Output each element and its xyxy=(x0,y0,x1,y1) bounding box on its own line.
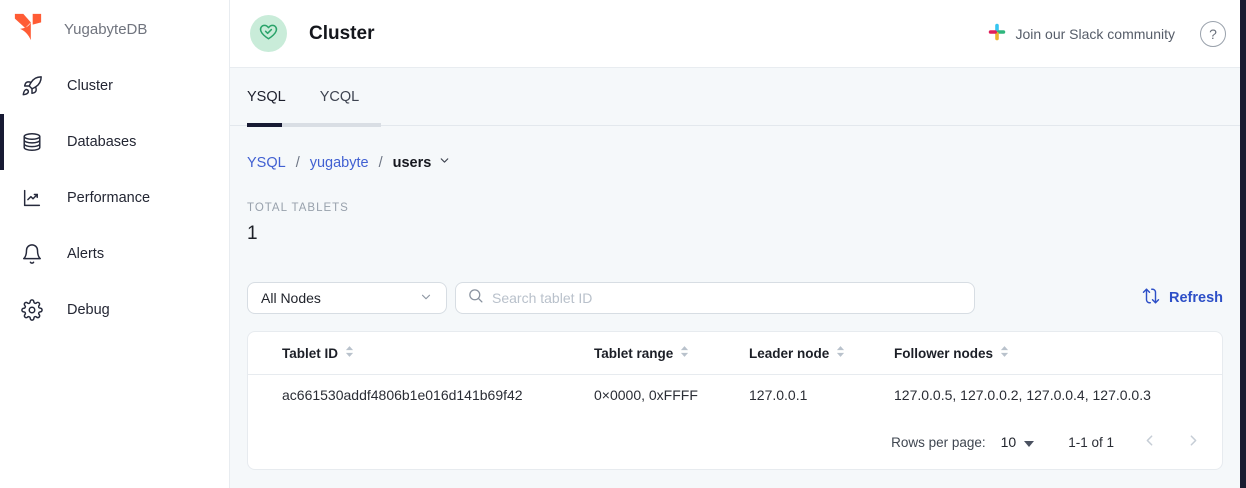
question-mark-icon: ? xyxy=(1209,26,1217,42)
rows-per-page-select[interactable]: 10 xyxy=(1001,434,1035,450)
sidebar-item-label: Debug xyxy=(67,302,110,318)
heart-check-icon xyxy=(258,21,279,47)
breadcrumb-current-label: users xyxy=(393,155,432,171)
breadcrumb-ysql[interactable]: YSQL xyxy=(247,155,286,171)
sort-icon xyxy=(836,345,845,361)
column-header-follower-nodes[interactable]: Follower nodes xyxy=(894,345,1222,361)
cell-leader-node: 127.0.0.1 xyxy=(749,387,894,403)
column-label: Tablet range xyxy=(594,346,673,361)
tablets-table-card: Tablet ID Tablet range Lea xyxy=(247,331,1223,470)
sort-icon xyxy=(1000,345,1009,361)
yugabytedb-logo-icon xyxy=(13,12,43,47)
sort-icon xyxy=(345,345,354,361)
sidebar-item-label: Alerts xyxy=(67,246,104,262)
refresh-icon xyxy=(1142,287,1160,309)
total-tablets-value: 1 xyxy=(247,223,1223,245)
topbar-right: Join our Slack community ? xyxy=(988,21,1226,47)
help-button[interactable]: ? xyxy=(1200,21,1226,47)
right-scrollbar[interactable] xyxy=(1240,0,1246,488)
cell-tablet-range: 0×0000, 0xFFFF xyxy=(594,387,749,403)
next-page-button[interactable] xyxy=(1185,432,1202,452)
sidebar-nav: Cluster Databases xyxy=(0,58,229,338)
search-icon xyxy=(467,287,484,309)
sidebar-item-label: Performance xyxy=(67,190,150,206)
table-header-row: Tablet ID Tablet range Lea xyxy=(248,332,1222,375)
breadcrumb-database[interactable]: yugabyte xyxy=(310,155,369,171)
tab-label: YCQL xyxy=(320,89,360,105)
content: YSQL YCQL YSQL / yugabyte / users xyxy=(230,68,1246,488)
total-tablets-summary: TOTAL TABLETS 1 xyxy=(247,202,1223,245)
page-body: YSQL / yugabyte / users TOTAL TABLETS 1 xyxy=(230,154,1246,470)
gear-icon xyxy=(20,298,44,322)
bell-icon xyxy=(20,242,44,266)
table-row: ac661530addf4806b1e016d141b69f42 0×0000,… xyxy=(248,375,1222,415)
sidebar: YugabyteDB Cluster xyxy=(0,0,230,488)
node-filter-select[interactable]: All Nodes xyxy=(247,282,447,314)
tab-ycql[interactable]: YCQL xyxy=(320,89,360,105)
refresh-label: Refresh xyxy=(1169,290,1223,306)
breadcrumb-separator: / xyxy=(379,155,383,171)
cluster-status-avatar xyxy=(250,15,287,52)
brand-home[interactable]: YugabyteDB xyxy=(0,0,229,58)
sidebar-item-cluster[interactable]: Cluster xyxy=(0,58,229,114)
total-tablets-label: TOTAL TABLETS xyxy=(247,202,1223,214)
refresh-button[interactable]: Refresh xyxy=(1142,287,1223,309)
sidebar-item-performance[interactable]: Performance xyxy=(0,170,229,226)
main-area: Cluster Join our Slack community ? xyxy=(230,0,1246,488)
rocket-icon xyxy=(20,74,44,98)
app-root: YugabyteDB Cluster xyxy=(0,0,1246,488)
column-header-tablet-range[interactable]: Tablet range xyxy=(594,345,749,361)
tablet-search-box xyxy=(455,282,975,314)
sidebar-item-databases[interactable]: Databases xyxy=(0,114,229,170)
sidebar-item-debug[interactable]: Debug xyxy=(0,282,229,338)
pagination: Rows per page: 10 1-1 of 1 xyxy=(248,415,1222,469)
slack-community-link[interactable]: Join our Slack community xyxy=(988,23,1175,44)
cell-tablet-id: ac661530addf4806b1e016d141b69f42 xyxy=(282,387,594,403)
page-title: Cluster xyxy=(309,23,374,45)
chevron-down-icon xyxy=(438,154,451,171)
breadcrumb-table-dropdown[interactable]: users xyxy=(393,154,452,171)
column-header-leader-node[interactable]: Leader node xyxy=(749,345,894,361)
tablet-search-input[interactable] xyxy=(492,290,963,306)
rows-per-page-label: Rows per page: xyxy=(891,435,986,450)
filter-row: All Nodes xyxy=(247,282,1223,314)
tab-active-indicator xyxy=(247,123,282,127)
column-header-tablet-id[interactable]: Tablet ID xyxy=(282,345,594,361)
column-label: Leader node xyxy=(749,346,829,361)
caret-down-icon xyxy=(1024,434,1034,450)
topbar: Cluster Join our Slack community ? xyxy=(230,0,1246,68)
chevron-right-icon xyxy=(1185,432,1202,452)
sort-icon xyxy=(680,345,689,361)
chevron-left-icon xyxy=(1141,432,1158,452)
sidebar-item-label: Cluster xyxy=(67,78,113,94)
sidebar-item-label: Databases xyxy=(67,134,136,150)
sidebar-item-alerts[interactable]: Alerts xyxy=(0,226,229,282)
database-icon xyxy=(20,130,44,154)
pagination-range: 1-1 of 1 xyxy=(1068,435,1114,450)
column-label: Tablet ID xyxy=(282,346,338,361)
tab-label: YSQL xyxy=(247,89,286,105)
cell-follower-nodes: 127.0.0.5, 127.0.0.2, 127.0.0.4, 127.0.0… xyxy=(894,387,1222,403)
node-filter-value: All Nodes xyxy=(261,290,321,306)
rows-per-page-value: 10 xyxy=(1001,434,1017,450)
column-label: Follower nodes xyxy=(894,346,993,361)
slack-icon xyxy=(988,23,1006,44)
brand-label: YugabyteDB xyxy=(64,21,147,38)
chevron-down-icon xyxy=(419,290,433,307)
slack-link-label: Join our Slack community xyxy=(1015,26,1175,42)
previous-page-button[interactable] xyxy=(1141,432,1158,452)
line-chart-icon xyxy=(20,186,44,210)
tab-ysql[interactable]: YSQL xyxy=(247,89,286,105)
breadcrumb-separator: / xyxy=(296,155,300,171)
breadcrumb: YSQL / yugabyte / users xyxy=(247,154,1223,171)
tabbar: YSQL YCQL xyxy=(230,68,1246,126)
